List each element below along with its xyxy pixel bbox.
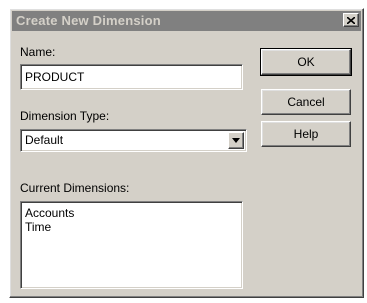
chevron-down-icon [232,138,240,143]
create-dimension-dialog: Create New Dimension Name: PRODUCT Dimen… [9,8,364,298]
help-button[interactable]: Help [261,121,351,147]
window-title: Create New Dimension [16,13,161,28]
name-input-value: PRODUCT [25,70,85,84]
dropdown-button[interactable] [228,132,244,149]
dimension-type-select[interactable]: Default [20,129,247,152]
cancel-button[interactable]: Cancel [261,89,351,115]
ok-button[interactable]: OK [260,48,352,76]
dimension-type-value: Default [25,133,64,147]
close-button[interactable] [343,13,359,27]
title-bar[interactable]: Create New Dimension [12,11,361,31]
current-dimensions-label: Current Dimensions: [20,181,130,195]
dimension-type-label: Dimension Type: [20,109,110,123]
list-item[interactable]: Accounts [25,206,74,220]
name-input[interactable]: PRODUCT [20,64,243,90]
current-dimensions-list[interactable]: Accounts Time [20,201,243,289]
name-label: Name: [20,45,56,59]
close-icon [347,16,355,24]
list-item[interactable]: Time [25,220,74,234]
